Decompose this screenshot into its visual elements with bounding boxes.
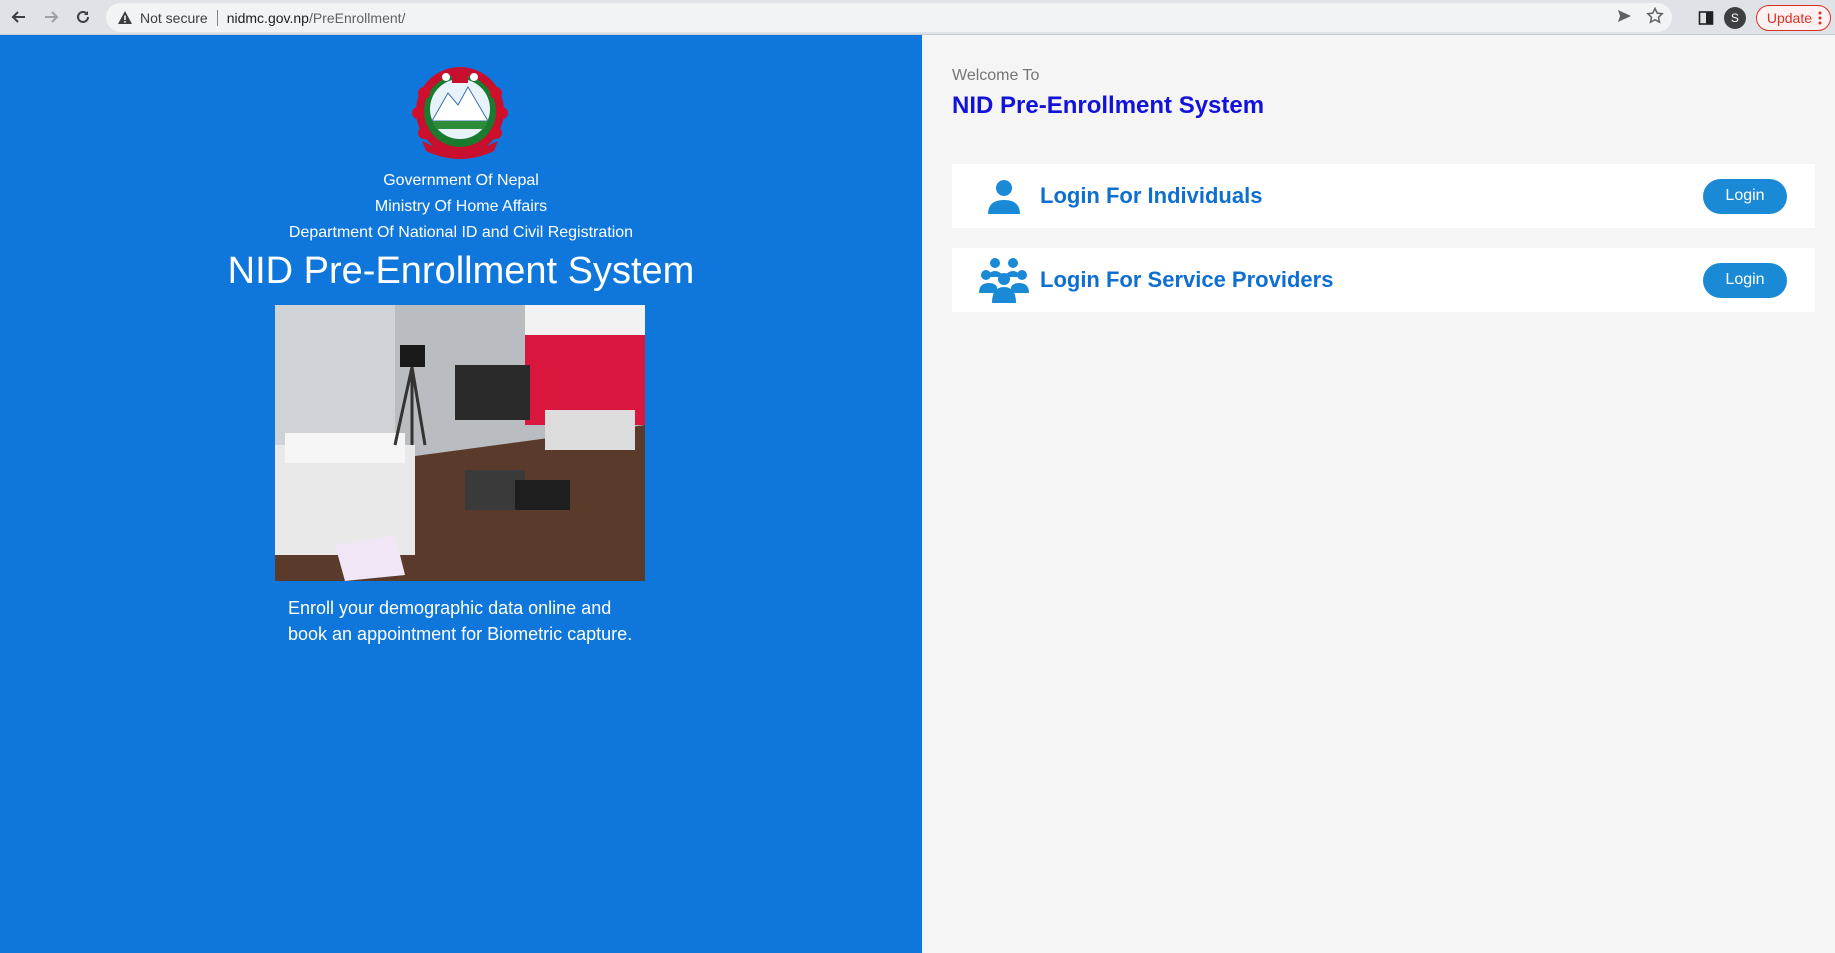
side-panel-icon[interactable] <box>1698 10 1714 26</box>
card-label-individuals: Login For Individuals <box>1040 183 1263 208</box>
bookmark-star-icon[interactable] <box>1646 7 1664 25</box>
left-hero-panel: Government Of Nepal Ministry Of Home Aff… <box>0 35 922 953</box>
card-label-service-providers: Login For Service Providers <box>1040 267 1334 292</box>
reload-icon <box>77 10 89 23</box>
users-group-icon <box>976 252 1032 308</box>
login-individuals-button[interactable]: Login <box>1703 178 1787 214</box>
tagline-line-1: Enroll your demographic data online and <box>288 598 612 618</box>
hero-title: NID Pre-Enrollment System <box>227 250 695 292</box>
warning-icon <box>116 9 134 27</box>
page-title: NID Pre-Enrollment System <box>952 92 1265 119</box>
reload-button[interactable] <box>66 2 100 32</box>
address-bar[interactable]: Not secure nidmc.gov.np/PreEnrollment/ <box>106 3 1672 32</box>
user-icon <box>976 168 1032 224</box>
more-vert-icon <box>1818 11 1822 24</box>
gov-line-3: Department Of National ID and Civil Regi… <box>288 224 634 241</box>
tagline-line-2: book an appointment for Biometric captur… <box>288 624 633 644</box>
card-individual-login: Login For Individuals Login <box>952 164 1815 228</box>
gov-line-2: Ministry Of Home Affairs <box>374 198 548 215</box>
update-label: Update <box>1766 9 1812 26</box>
browser-toolbar: Not secure nidmc.gov.np/PreEnrollment/ S… <box>0 0 1835 35</box>
url-path: /PreEnrollment/ <box>308 9 406 26</box>
back-button[interactable] <box>2 2 36 32</box>
omnibox-separator <box>216 9 218 26</box>
url-host: nidmc.gov.np <box>226 9 309 26</box>
login-service-providers-button[interactable]: Login <box>1703 262 1787 298</box>
forward-arrow-icon <box>45 11 59 23</box>
enrollment-station-photo <box>275 305 645 581</box>
welcome-label: Welcome To <box>952 67 1040 84</box>
gov-line-1: Government Of Nepal <box>383 172 539 189</box>
card-service-provider-login: Login For Service Providers Login <box>952 248 1815 312</box>
right-login-panel: Welcome To NID Pre-Enrollment System Log… <box>922 35 1835 953</box>
send-icon[interactable] <box>1616 8 1632 24</box>
forward-button[interactable] <box>34 2 68 32</box>
back-arrow-icon <box>11 11 25 23</box>
profile-avatar[interactable]: S <box>1723 6 1746 29</box>
tagline: Enroll your demographic data online and … <box>288 595 658 647</box>
nepal-emblem-logo <box>412 67 508 159</box>
not-secure-label[interactable]: Not secure <box>140 10 208 26</box>
update-button[interactable]: Update <box>1755 4 1831 31</box>
